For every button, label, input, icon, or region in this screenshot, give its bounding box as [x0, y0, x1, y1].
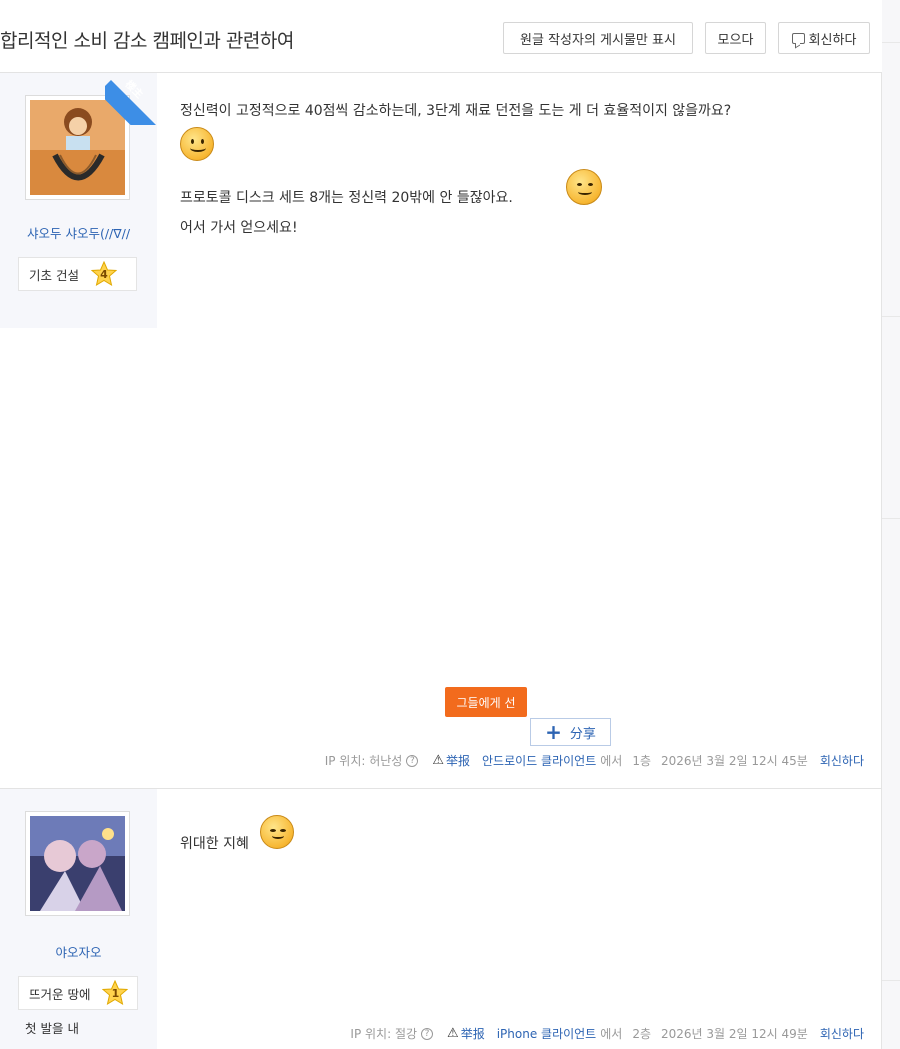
gutter-divider	[882, 42, 900, 43]
collect-button[interactable]: 모으다	[705, 22, 766, 54]
post-text-line: 위대한 지혜	[180, 836, 249, 852]
comment-icon	[791, 32, 805, 44]
level-badge: 기초 건설 4	[18, 257, 137, 291]
reply-button[interactable]: 회신하다	[778, 22, 870, 54]
report-label: 举报	[460, 1027, 485, 1041]
reply-link[interactable]: 회신하다	[820, 1025, 864, 1042]
report-link[interactable]: ⚠ 举报	[432, 752, 470, 769]
floor-number: 2층	[632, 1027, 652, 1041]
level-star-icon: 1	[102, 980, 129, 1006]
thread-title: 합리적인 소비 감소 캠페인과 관련하여	[0, 30, 294, 52]
badge-level: 1	[111, 986, 120, 1000]
author-sidebar: 야오자오 뜨거운 땅에 1 첫 발을 내	[0, 789, 157, 1049]
badge-label: 기초 건설	[29, 267, 79, 283]
gutter-divider	[882, 980, 900, 981]
client-link[interactable]: iPhone 클라이언트	[497, 1025, 597, 1042]
post-time: 2026년 3월 2일 12시 49분	[661, 1027, 808, 1041]
post-time: 2026년 3월 2일 12시 45분	[661, 754, 808, 768]
blush-emoji	[566, 169, 602, 205]
username[interactable]: 야오자오	[0, 942, 157, 961]
reply-button-label: 회신하다	[808, 32, 857, 48]
post-text-line: 프로토콜 디스크 세트 8개는 정신력 20밖에 안 들잖아요.	[180, 190, 513, 206]
post-floor-1: 샤오두 샤오두(//∇// 기초 건설 4 楼主 정신력이 고정적으로 40점씩…	[0, 73, 882, 789]
op-corner-tag: 楼主	[105, 73, 157, 125]
send-to-them-button[interactable]: 그들에게 선	[445, 687, 527, 717]
warning-icon: ⚠	[447, 1026, 459, 1041]
level-star-icon: 4	[90, 261, 117, 287]
client-suffix: 에서	[600, 1027, 623, 1041]
report-link[interactable]: ⚠ 举报	[447, 1025, 485, 1042]
angry-emoji	[260, 815, 294, 849]
gutter-divider	[882, 316, 900, 317]
warning-icon: ⚠	[432, 753, 444, 768]
right-gutter	[882, 0, 900, 1049]
help-icon[interactable]: ?	[421, 1027, 434, 1040]
avatar-image	[30, 816, 125, 911]
ip-location: IP 위치: 절강	[350, 1027, 418, 1041]
level-badge: 뜨거운 땅에 1	[18, 976, 138, 1010]
share-label: 分享	[569, 726, 596, 742]
smile-emoji	[180, 127, 214, 161]
client-link[interactable]: 안드로이드 클라이언트	[482, 752, 596, 769]
share-button[interactable]: + 分享	[530, 718, 611, 746]
report-label: 举报	[446, 754, 471, 768]
post-text-line: 정신력이 고정적으로 40점씩 감소하는데, 3단계 재료 던전을 도는 게 더…	[180, 103, 732, 119]
help-icon[interactable]: ?	[406, 754, 419, 767]
thread-frame: 합리적인 소비 감소 캠페인과 관련하여 원글 작성자의 게시물만 표시 모으다…	[0, 0, 882, 1049]
badge-label: 뜨거운 땅에	[29, 986, 91, 1002]
reply-link[interactable]: 회신하다	[820, 752, 864, 769]
username[interactable]: 샤오두 샤오두(//∇//	[0, 223, 157, 242]
floor-number: 1층	[632, 754, 652, 768]
ip-location: IP 위치: 허난성	[324, 754, 403, 768]
post-text-line: 어서 가서 얻으세요!	[180, 220, 298, 236]
avatar[interactable]	[25, 811, 130, 916]
thread-header: 합리적인 소비 감소 캠페인과 관련하여 원글 작성자의 게시물만 표시 모으다…	[0, 0, 882, 73]
gutter-divider	[882, 518, 900, 519]
op-only-button[interactable]: 원글 작성자의 게시물만 표시	[503, 22, 693, 54]
post-meta: IP 위치: 절강 ? ⚠ 举报 iPhone 클라이언트 에서 2층 2026…	[350, 1025, 864, 1042]
plus-icon: +	[545, 720, 562, 744]
post-meta: IP 위치: 허난성 ? ⚠ 举报 안드로이드 클라이언트 에서 1층 2026…	[325, 752, 864, 769]
client-suffix: 에서	[600, 754, 623, 768]
badge-level: 4	[100, 267, 108, 281]
badge-extra-line: 첫 발을 내	[25, 1021, 79, 1036]
post-floor-2: 야오자오 뜨거운 땅에 1 첫 발을 내 위대한 지혜 IP 위치: 절강 ?	[0, 789, 882, 1049]
